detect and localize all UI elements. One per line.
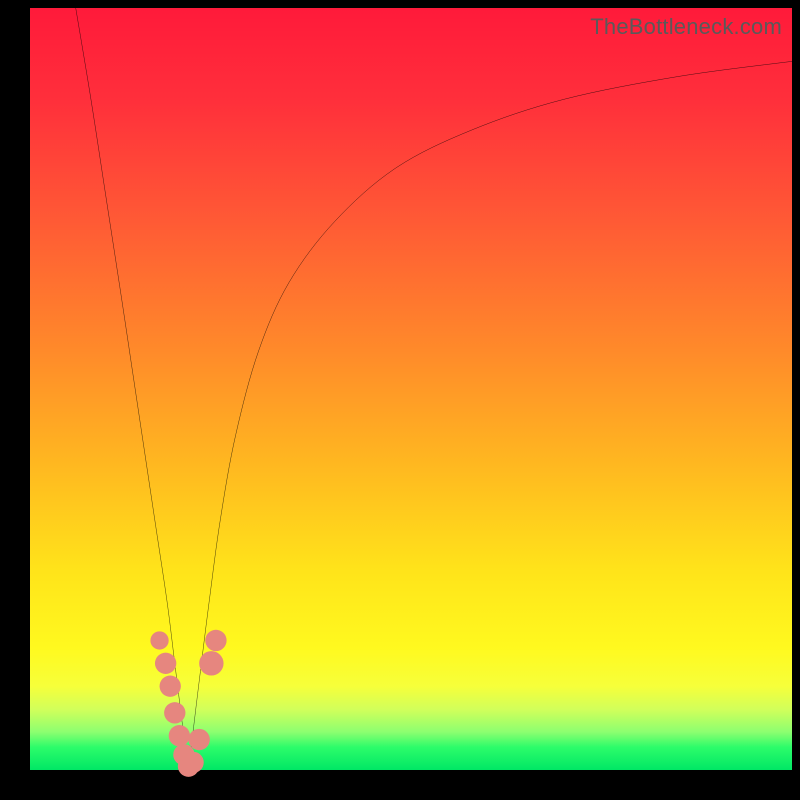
marker-point xyxy=(160,676,181,697)
marker-point xyxy=(169,725,190,746)
marker-point xyxy=(155,653,176,674)
marker-point xyxy=(188,729,209,750)
marker-point xyxy=(182,752,203,773)
marker-point xyxy=(205,630,226,651)
marker-point xyxy=(164,702,185,723)
marker-point xyxy=(150,631,168,649)
curve-layer xyxy=(30,8,792,770)
right-branch-curve xyxy=(188,61,792,770)
plot-area: TheBottleneck.com xyxy=(30,8,792,770)
marker-point xyxy=(199,651,223,675)
chart-frame: TheBottleneck.com xyxy=(0,0,800,800)
curve-group xyxy=(76,8,792,770)
markers-group xyxy=(150,630,226,777)
